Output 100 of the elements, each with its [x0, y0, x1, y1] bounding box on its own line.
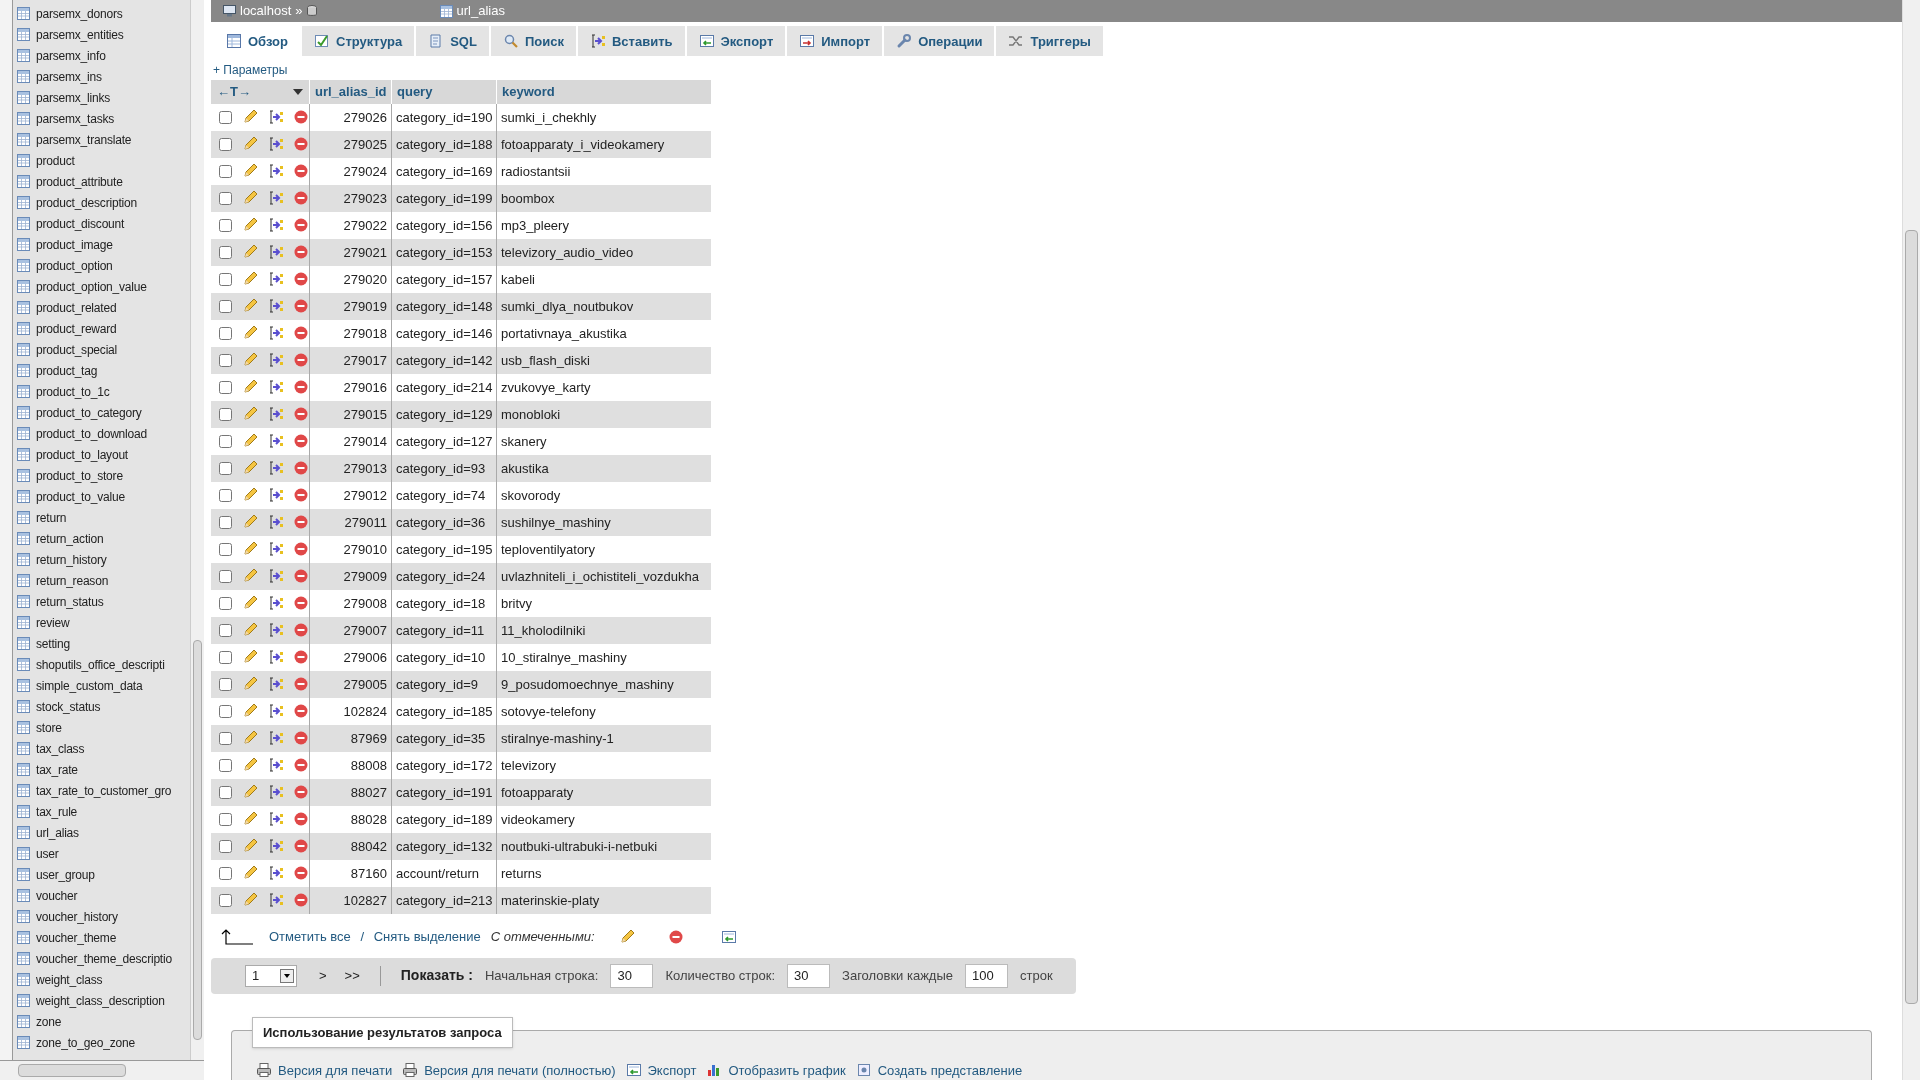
pencil-icon[interactable] — [242, 892, 258, 909]
table-link[interactable]: stock_status — [36, 697, 101, 716]
table-link[interactable]: product — [36, 151, 75, 170]
tab[interactable]: Поиск — [490, 26, 576, 57]
headers-every-field[interactable]: 100 — [965, 963, 1009, 988]
table-link[interactable]: return_history — [36, 550, 107, 569]
delete-icon[interactable] — [294, 488, 308, 503]
table-link[interactable]: product_image — [36, 235, 113, 254]
row-checkbox[interactable] — [219, 866, 232, 880]
delete-icon[interactable] — [294, 569, 308, 584]
delete-icon[interactable] — [294, 650, 308, 665]
pencil-icon[interactable] — [242, 541, 258, 558]
table-link[interactable]: product_to_1c — [36, 382, 110, 401]
pencil-icon[interactable] — [242, 244, 258, 261]
table-link[interactable]: product_to_download — [36, 424, 147, 443]
table-link[interactable]: product_tag — [36, 361, 98, 380]
delete-icon[interactable] — [294, 353, 308, 368]
table-link[interactable]: tax_rule — [36, 802, 78, 821]
pencil-icon[interactable] — [242, 136, 258, 153]
pencil-icon[interactable] — [242, 730, 258, 747]
row-checkbox[interactable] — [219, 164, 232, 178]
table-link[interactable]: parsemx_info — [36, 46, 106, 65]
row-checkbox[interactable] — [219, 218, 232, 232]
tab[interactable]: Вставить — [577, 26, 685, 57]
tab[interactable]: Импорт — [787, 26, 883, 57]
row-checkbox[interactable] — [219, 299, 232, 313]
tab[interactable]: Операции — [884, 26, 995, 57]
row-checkbox[interactable] — [219, 893, 232, 907]
table-link[interactable]: parsemx_entities — [36, 25, 124, 44]
action-link[interactable]: Версия для печати (полностью) — [424, 1060, 616, 1080]
table-link[interactable]: product_option — [36, 256, 113, 275]
tab[interactable]: Триггеры — [996, 26, 1103, 57]
row-checkbox[interactable] — [219, 191, 232, 205]
row-checkbox[interactable] — [219, 758, 232, 772]
row-checkbox[interactable] — [219, 650, 232, 664]
table-link[interactable]: product_option_value — [36, 277, 147, 296]
table-link[interactable]: user_group — [36, 865, 95, 884]
row-checkbox[interactable] — [219, 785, 232, 799]
column-header[interactable]: url_alias_id — [309, 79, 391, 104]
table-link[interactable]: voucher_history — [36, 907, 118, 926]
delete-icon[interactable] — [294, 380, 308, 395]
row-checkbox[interactable] — [219, 461, 232, 475]
pencil-icon[interactable] — [242, 622, 258, 639]
table-link[interactable]: review — [36, 613, 70, 632]
row-checkbox[interactable] — [219, 623, 232, 637]
column-resize-handle[interactable]: ←T→ — [217, 82, 251, 102]
row-checkbox[interactable] — [219, 137, 232, 151]
table-link[interactable]: tax_rate — [36, 760, 78, 779]
pencil-icon[interactable] — [242, 811, 258, 828]
row-checkbox[interactable] — [219, 326, 232, 340]
delete-icon[interactable] — [294, 461, 308, 476]
table-link[interactable]: weight_class — [36, 970, 103, 989]
table-link[interactable]: return_reason — [36, 571, 109, 590]
table-link[interactable]: product_reward — [36, 319, 117, 338]
pencil-icon[interactable] — [242, 163, 258, 180]
row-checkbox[interactable] — [219, 839, 232, 853]
pencil-icon[interactable] — [242, 676, 258, 693]
pencil-icon[interactable] — [242, 865, 258, 882]
delete-icon[interactable] — [294, 812, 308, 827]
next-page-button[interactable]: > — [319, 966, 327, 986]
delete-icon[interactable] — [294, 542, 308, 557]
table-link[interactable]: store — [36, 718, 62, 737]
table-link[interactable]: return_action — [36, 529, 104, 548]
delete-icon[interactable] — [294, 515, 308, 530]
start-row-field[interactable]: 30 — [610, 963, 654, 988]
row-checkbox[interactable] — [219, 677, 232, 691]
table-link[interactable]: parsemx_donors — [36, 4, 123, 23]
table-link[interactable]: parsemx_translate — [36, 130, 132, 149]
action-link[interactable]: Создать представление — [877, 1060, 1023, 1080]
row-checkbox[interactable] — [219, 434, 232, 448]
table-link[interactable]: product_attribute — [36, 172, 123, 191]
tab[interactable]: Экспорт — [686, 26, 786, 57]
action-link[interactable]: Отобразить график — [728, 1060, 846, 1080]
pencil-icon[interactable] — [242, 649, 258, 666]
row-checkbox[interactable] — [219, 515, 232, 529]
table-link[interactable]: url_alias — [36, 823, 79, 842]
column-header[interactable]: query — [391, 79, 496, 104]
table-link[interactable]: user — [36, 844, 59, 863]
page-select[interactable]: 1 — [245, 964, 297, 987]
table-link[interactable]: weight_class_description — [36, 991, 165, 1010]
horizontal-scrollbar[interactable] — [0, 1060, 204, 1080]
table-link[interactable]: product_related — [36, 298, 117, 317]
pencil-icon[interactable] — [242, 406, 258, 423]
row-checkbox[interactable] — [219, 731, 232, 745]
table-link[interactable]: setting — [36, 634, 70, 653]
row-checkbox[interactable] — [219, 380, 232, 394]
row-checkbox[interactable] — [219, 704, 232, 718]
table-link[interactable]: tax_class — [36, 739, 85, 758]
table-link[interactable]: shoputils_office_descripti — [36, 655, 165, 674]
row-checkbox[interactable] — [219, 353, 232, 367]
row-count-field[interactable]: 30 — [787, 963, 831, 988]
delete-icon[interactable] — [294, 326, 308, 341]
table-link[interactable]: tax_rate_to_customer_gro — [36, 781, 172, 800]
table-link[interactable]: zone_to_geo_zone — [36, 1033, 135, 1052]
breadcrumb-link[interactable]: url_alias — [456, 1, 505, 21]
table-link[interactable]: parsemx_links — [36, 88, 111, 107]
action-link[interactable]: Экспорт — [647, 1060, 697, 1080]
column-header[interactable]: keyword — [496, 79, 711, 104]
delete-icon[interactable] — [294, 272, 308, 287]
pencil-icon[interactable] — [242, 757, 258, 774]
